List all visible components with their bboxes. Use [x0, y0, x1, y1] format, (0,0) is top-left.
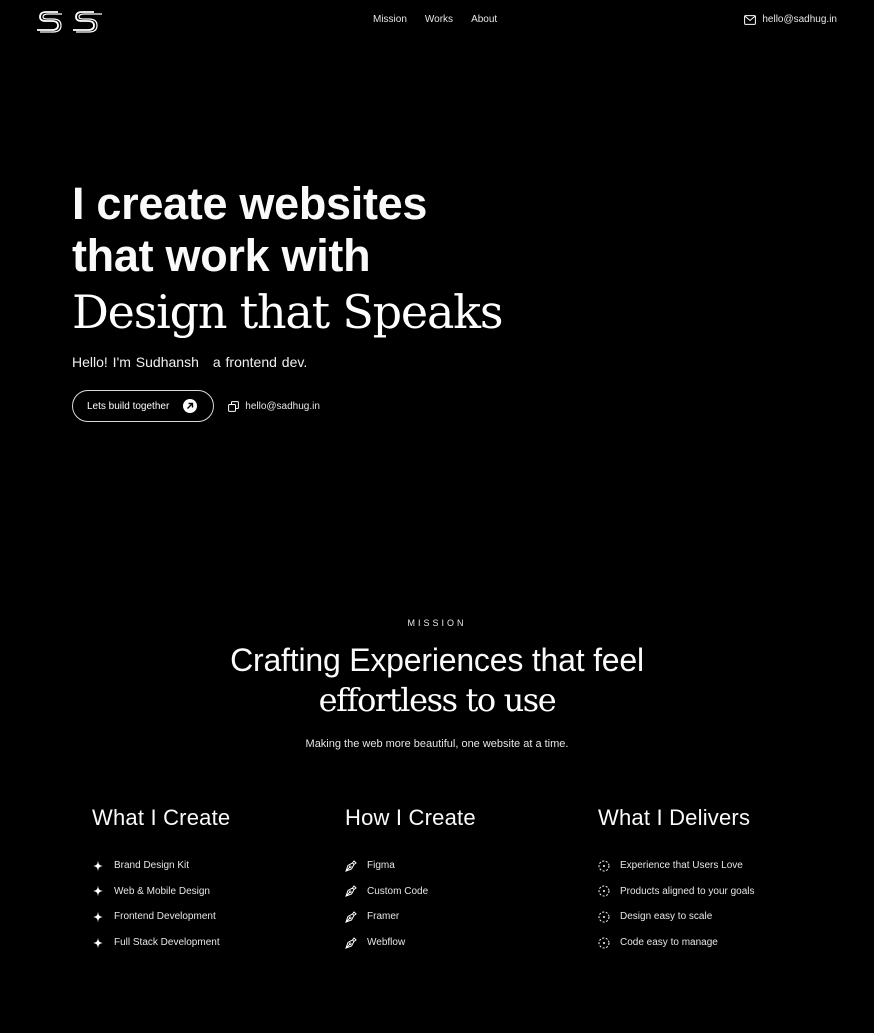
list-item: Webflow [345, 930, 476, 956]
dashed-circle-icon [598, 885, 610, 897]
column-list: Brand Design Kit Web & Mobile Design Fro… [92, 853, 230, 955]
list-item-text: Full Stack Development [114, 937, 220, 949]
column-title: How I Create [345, 805, 476, 830]
column-list: Experience that Users Love Products alig… [598, 853, 755, 955]
list-item-text: Products aligned to your goals [620, 885, 755, 897]
list-item: Code easy to manage [598, 930, 755, 956]
nav-link-mission[interactable]: Mission [373, 14, 407, 25]
dashed-circle-icon [598, 937, 610, 949]
copy-email-button[interactable]: hello@sadhug.in [228, 401, 320, 412]
intro-role: a frontend dev. [212, 354, 308, 370]
list-item: Brand Design Kit [92, 853, 230, 879]
top-nav: Mission Works About hello@sadhug.in [0, 0, 874, 42]
hero-line-2: that work with [72, 230, 371, 281]
nav-links: Mission Works About [373, 14, 497, 25]
pen-tool-icon [345, 911, 357, 923]
list-item-text: Frontend Development [114, 911, 216, 923]
list-item-text: Framer [367, 911, 400, 923]
mission-eyebrow: MISSION [407, 618, 467, 628]
list-item: Frontend Development [92, 904, 230, 930]
list-item-text: Brand Design Kit [114, 860, 190, 872]
list-item: Framer [345, 904, 476, 930]
list-item: Design easy to scale [598, 904, 755, 930]
column-what-i-create: What I Create Brand Design Kit Web & Mob… [92, 805, 230, 955]
list-item-text: Custom Code [367, 885, 429, 897]
hero-serif-line: Design that Speaks [72, 285, 503, 339]
nav-email-text: hello@sadhug.in [762, 14, 837, 25]
lets-build-button[interactable]: Lets build together [72, 390, 215, 422]
hero-line-1: I create websites [72, 178, 428, 229]
mission-serif-line: effortless to use [318, 681, 557, 719]
list-item-text: Figma [367, 860, 395, 872]
pen-tool-icon [345, 860, 357, 872]
cta-label: Lets build together [87, 400, 170, 412]
dashed-circle-icon [598, 911, 610, 923]
mission-heading: Crafting Experiences that feel [230, 642, 644, 678]
list-item: Web & Mobile Design [92, 879, 230, 905]
list-item: Experience that Users Love [598, 853, 755, 879]
list-item: Products aligned to your goals [598, 879, 755, 905]
list-item-text: Design easy to scale [620, 911, 713, 923]
list-item-text: Web & Mobile Design [114, 885, 210, 897]
column-list: Figma Custom Code Framer Webflow [345, 853, 476, 955]
sparkle-icon [92, 911, 104, 923]
dashed-circle-icon [598, 860, 610, 872]
pen-tool-icon [345, 936, 357, 949]
mission-section: MISSION Crafting Experiences that feel e… [0, 618, 874, 750]
list-item-text: Experience that Users Love [620, 860, 743, 872]
sparkle-icon [92, 937, 104, 949]
column-title: What I Create [92, 805, 231, 830]
column-how-i-create: How I Create Figma Custom Code Framer We… [345, 805, 476, 955]
pen-tool-icon [345, 885, 357, 898]
list-item: Figma [345, 853, 476, 879]
nav-link-works[interactable]: Works [425, 14, 453, 25]
column-what-i-delivers: What I Delivers Experience that Users Lo… [598, 805, 755, 955]
logo[interactable] [36, 9, 104, 33]
arrow-up-right-icon [183, 399, 198, 413]
sparkle-icon [92, 885, 104, 897]
list-item-text: Code easy to manage [620, 937, 718, 949]
cta-row: Lets build together hello@sadhug.in [72, 390, 502, 422]
list-item-text: Webflow [367, 937, 406, 949]
hero-section: I create websites that work with Design … [72, 178, 503, 422]
copy-email-text: hello@sadhug.in [245, 400, 320, 412]
intro-greeting: Hello! I'm Sudhansh [72, 354, 199, 370]
mail-icon [744, 14, 757, 25]
sparkle-icon [92, 860, 104, 872]
nav-email-link[interactable]: hello@sadhug.in [744, 14, 837, 25]
hero-heading: I create websites that work with [72, 178, 502, 282]
copy-icon [228, 400, 240, 412]
list-item: Custom Code [345, 879, 476, 905]
column-title: What I Delivers [598, 805, 751, 830]
hero-intro: Hello! I'm Sudhansh a frontend dev. [72, 354, 502, 370]
list-item: Full Stack Development [92, 930, 230, 956]
mission-subtitle: Making the web more beautiful, one websi… [305, 738, 569, 750]
nav-link-about[interactable]: About [471, 14, 497, 25]
